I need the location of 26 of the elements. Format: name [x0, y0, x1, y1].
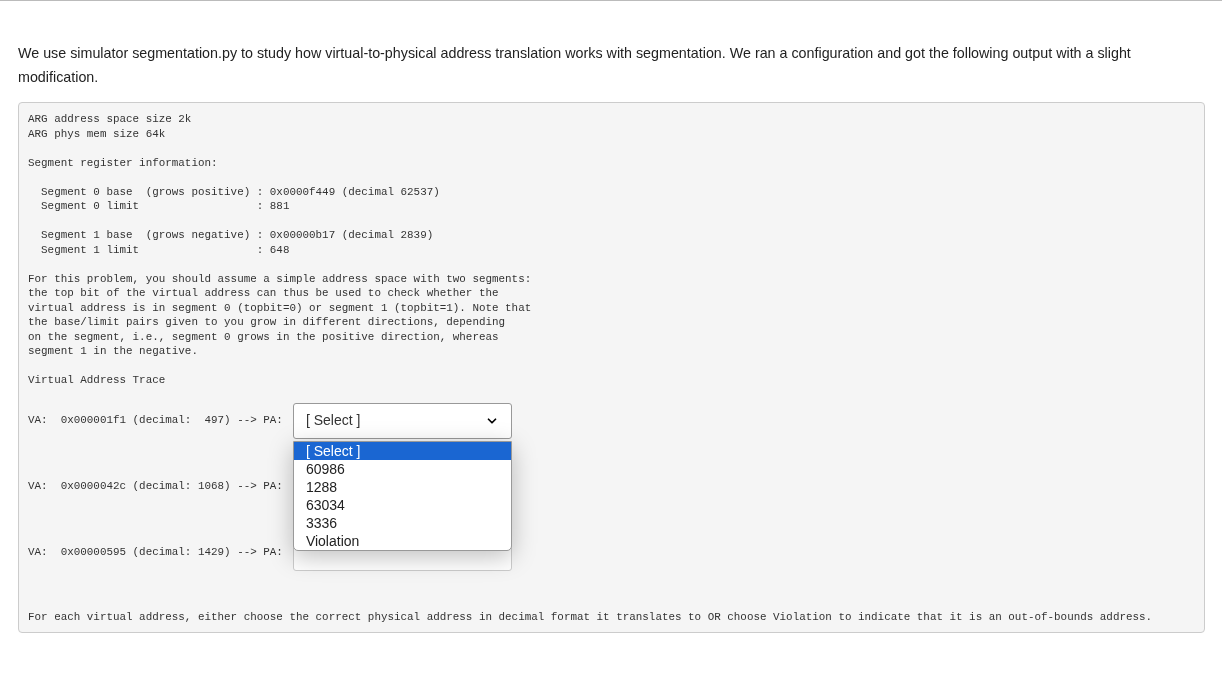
- code-line: Segment register information:: [28, 155, 218, 170]
- code-line: the base/limit pairs given to you grow in different directions, depending: [28, 315, 506, 330]
- trace-line: VA: 0x000001f1 (decimal: 497) --> PA:: [28, 413, 283, 428]
- dropdown-option[interactable]: 3336: [293, 513, 511, 532]
- code-line: ARG phys mem size 64k: [28, 126, 166, 141]
- code-line: Segment 1 limit : 648: [40, 242, 290, 257]
- dropdown-option[interactable]: 1288: [293, 477, 511, 496]
- dropdown-option[interactable]: 63034: [293, 495, 511, 514]
- dropdown-option[interactable]: Violation: [293, 531, 511, 550]
- code-line: on the segment, i.e., segment 0 grows in the positive direction, whereas: [28, 329, 499, 344]
- code-line: virtual address is in segment 0 (topbit=0) or segment 1 (topbit=1). Note that: [28, 300, 532, 315]
- code-line: Virtual Address Trace: [28, 373, 166, 388]
- dropdown-option[interactable]: 60986: [293, 459, 511, 478]
- code-line: For this problem, you should assume a simple address space with two segments:: [28, 271, 532, 286]
- trace-line: VA: 0x0000042c (decimal: 1068) --> PA:: [28, 479, 283, 494]
- intro-paragraph: We use simulator segmentation.py to study how virtual-to-physical address translation works with segmentation. We ran a configuration and got the following output with a slight modification.: [18, 44, 1132, 87]
- code-line: Segment 0 limit : 881: [40, 199, 290, 214]
- code-line: ARG address space size 2k: [28, 112, 192, 127]
- footer-note: For each virtual address, either choose the correct physical address in decimal format it translates to OR choose Violation to indicate that it is an out-of-bounds address.: [28, 609, 1153, 624]
- code-line: Segment 0 base (grows positive) : 0x0000f449 (decimal 62537): [40, 184, 440, 199]
- code-line: the top bit of the virtual address can thus be used to check whether the: [28, 286, 499, 301]
- select-field[interactable]: [ Select ]: [292, 402, 512, 439]
- dropdown-option[interactable]: [ Select ]: [293, 441, 511, 460]
- code-line: segment 1 in the negative.: [28, 344, 198, 359]
- trace-line: VA: 0x00000595 (decimal: 1429) --> PA:: [28, 545, 283, 560]
- code-line: Segment 1 base (grows negative) : 0x00000b17 (decimal 2839): [40, 228, 434, 243]
